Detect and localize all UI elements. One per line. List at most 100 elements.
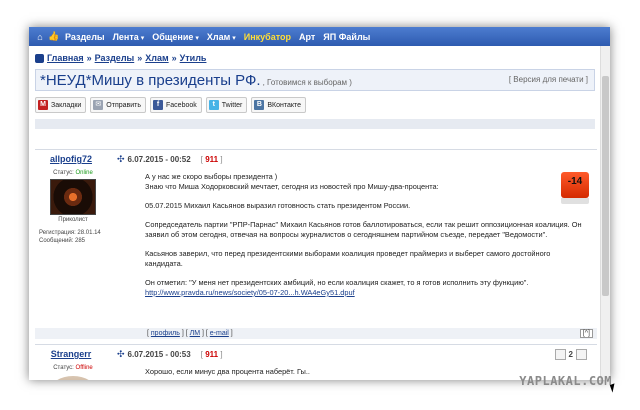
scrollbar-thumb[interactable] [602, 76, 609, 296]
status-label: Статус: [53, 365, 74, 371]
bookmarks-button[interactable]: M Закладки [35, 97, 87, 113]
profile-link[interactable]: профиль [151, 330, 180, 337]
topic-subtitle: , Готовимся к выборам ) [262, 77, 352, 87]
post-date: ✣ 6.07.2015 - 00:52 [117, 154, 191, 165]
nav-inkubator[interactable]: Инкубатор [240, 32, 295, 42]
pin-icon: ✣ [117, 153, 125, 164]
nav-lenta[interactable]: Лента [109, 32, 149, 42]
author-status: Статус: Online [35, 170, 111, 176]
post-text-line: Знаю что Миша Ходорковский мечтает, сего… [145, 182, 585, 192]
top-navbar: ⌂ 👍 Разделы Лента Общение Хлам Инкубатор… [29, 27, 610, 46]
home-square-icon [35, 53, 44, 63]
author-info: Статус: Offline [35, 363, 111, 380]
pm-link[interactable]: ЛМ [190, 330, 200, 337]
breadcrumb-util[interactable]: Утиль [180, 53, 207, 63]
post-footer-links: [ профиль ] [ ЛМ ] [ e-mail ] [147, 330, 233, 337]
author-registration: Регистрация: 28.01.14 [39, 230, 101, 236]
twitter-icon: t [208, 100, 219, 110]
rating-badge[interactable]: -14 [561, 172, 589, 204]
post-author[interactable]: Strangerr [35, 349, 107, 359]
avatar [50, 376, 96, 380]
status-offline: Offline [75, 365, 93, 371]
bookmark-icon: M [38, 100, 48, 110]
post-id-text: 911 [205, 154, 219, 164]
post: Strangerr ✣ 6.07.2015 - 00:53 [ 911 ] 2 … [35, 344, 597, 380]
nav-hlam[interactable]: Хлам [203, 32, 240, 42]
post-id-text: 911 [205, 349, 219, 359]
post-body: А у нас же скоро выборы президента ) Зна… [145, 172, 585, 298]
breadcrumb-hlam[interactable]: Хлам [145, 53, 168, 63]
vote-up-icon[interactable] [576, 349, 587, 360]
post-author[interactable]: allpofig72 [35, 154, 107, 164]
print-version-link[interactable]: [ Версия для печати ] [509, 75, 588, 84]
post-id[interactable]: [ 911 ] [201, 155, 223, 164]
post-text-line: Он отметил: "У меня нет президентских ам… [145, 278, 585, 298]
rating-arrows[interactable] [561, 198, 589, 204]
breadcrumb-razdely[interactable]: Разделы [95, 53, 135, 63]
send-button[interactable]: ✉ Отправить [90, 97, 147, 113]
twitter-label: Twitter [221, 101, 243, 109]
post-date: ✣ 6.07.2015 - 00:53 [117, 349, 191, 360]
post-text-line: 05.07.2015 Михаил Касьянов выразил готов… [145, 201, 411, 210]
bookmarks-label: Закладки [51, 101, 82, 109]
facebook-icon: f [153, 100, 164, 110]
rating-value: 2 [568, 350, 573, 359]
post: allpofig72 ✣ 6.07.2015 - 00:52 [ 911 ] С… [35, 149, 597, 342]
twitter-button[interactable]: t Twitter [205, 97, 248, 113]
share-row: M Закладки ✉ Отправить f Facebook t Twit… [35, 97, 601, 113]
nav-obshchenie[interactable]: Общение [148, 32, 203, 42]
home-icon[interactable]: ⌂ [33, 32, 47, 42]
pin-icon: ✣ [117, 348, 125, 359]
status-online: Online [75, 170, 93, 176]
author-status: Статус: Offline [35, 365, 111, 371]
post-text-6: Он отметил: "У меня нет президентских ам… [145, 278, 529, 287]
post-header: allpofig72 ✣ 6.07.2015 - 00:52 [ 911 ] [35, 150, 597, 168]
facebook-label: Facebook [166, 101, 197, 109]
vkontakte-button[interactable]: B ВКонтакте [251, 97, 307, 113]
post-rating-controls: 2 [554, 349, 587, 360]
breadcrumb-sep: » [86, 53, 92, 63]
author-messages: Сообщений: 285 [39, 238, 86, 244]
email-link[interactable]: e-mail [210, 330, 229, 337]
topic-title-box: *НЕУД*Мишу в президенты РФ. , Готовимся … [35, 69, 595, 91]
post-text-line: А у нас же скоро выборы президента ) [145, 172, 585, 182]
vote-down-icon[interactable] [554, 349, 566, 360]
scroll-top-button[interactable]: [^] [579, 329, 593, 338]
thumb-icon[interactable]: 👍 [47, 31, 61, 42]
avatar [50, 179, 96, 215]
author-rank: Приколист [58, 217, 88, 223]
source-link[interactable]: http://www.pravda.ru/news/society/05-07-… [145, 288, 355, 297]
post-text-2: Знаю что Миша Ходорковский мечтает, сего… [145, 182, 439, 191]
vkontakte-label: ВКонтакте [267, 101, 302, 109]
nav-razdely[interactable]: Разделы [61, 32, 109, 42]
mail-icon: ✉ [93, 100, 104, 110]
post-footer: [ профиль ] [ ЛМ ] [ e-mail ] [^] [35, 328, 597, 339]
post-text-line: Сопредседатель партии "РПР-Парнас" Михаи… [145, 220, 582, 239]
separator-bar [35, 119, 595, 129]
browser-window: ⌂ 👍 Разделы Лента Общение Хлам Инкубатор… [29, 27, 610, 380]
post-date-text: 6.07.2015 - 00:52 [127, 154, 191, 164]
post-id[interactable]: [ 911 ] [201, 350, 223, 359]
post-date-text: 6.07.2015 - 00:53 [127, 349, 191, 359]
post-text-line: Касьянов заверил, что перед президентски… [145, 249, 551, 268]
nav-yap-files[interactable]: ЯП Файлы [319, 32, 374, 42]
send-label: Отправить [106, 101, 142, 109]
rating-value: -14 [567, 176, 583, 187]
author-info: Статус: Online Приколист Регистрация: 28… [35, 168, 111, 245]
post-header: Strangerr ✣ 6.07.2015 - 00:53 [ 911 ] 2 [35, 345, 597, 363]
breadcrumb-main[interactable]: Главная [47, 53, 84, 63]
author-reg-info: Регистрация: 28.01.14 Сообщений: 285 [35, 229, 111, 245]
topic-title: *НЕУД*Мишу в президенты РФ. [40, 71, 261, 89]
page-content: Главная » Разделы » Хлам » Утиль *НЕУД*М… [29, 46, 601, 380]
breadcrumb-sep: » [171, 53, 177, 63]
facebook-button[interactable]: f Facebook [150, 97, 202, 113]
nav-art[interactable]: Арт [295, 32, 319, 42]
post-text-1: А у нас же скоро выборы президента ) [145, 172, 278, 181]
status-label: Статус: [53, 170, 74, 176]
watermark: YAPLAKAL.COM [519, 374, 612, 388]
breadcrumb: Главная » Разделы » Хлам » Утиль [35, 53, 601, 63]
vk-icon: B [254, 100, 265, 110]
mouse-cursor-icon [609, 383, 618, 393]
vertical-scrollbar[interactable] [600, 46, 610, 380]
breadcrumb-sep: » [137, 53, 143, 63]
